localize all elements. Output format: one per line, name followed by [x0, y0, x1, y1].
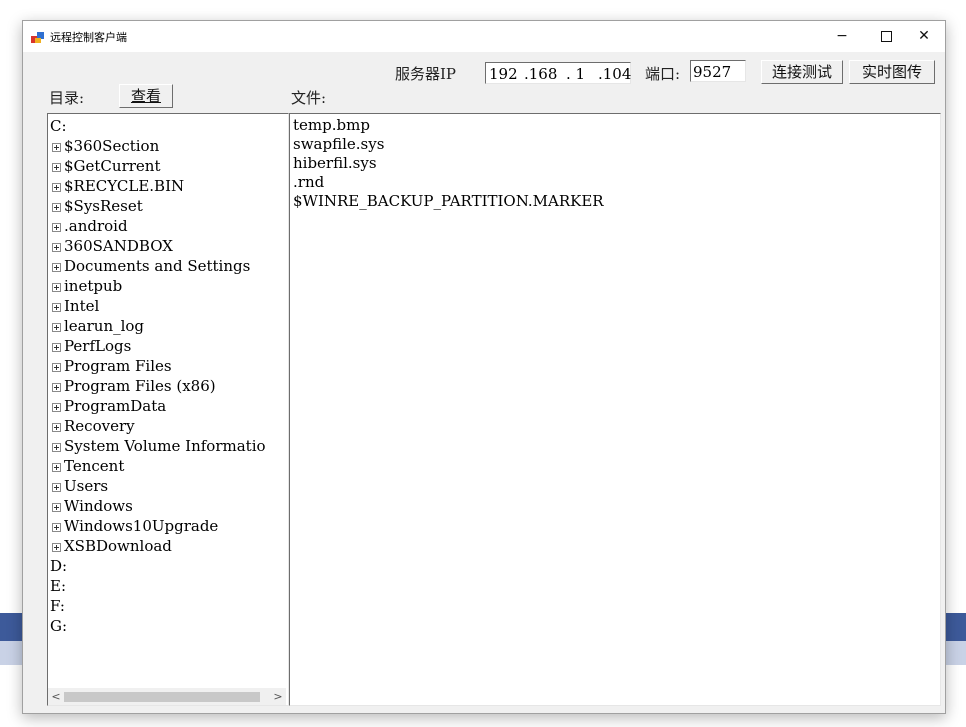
expand-icon[interactable] — [52, 162, 61, 172]
server-ip-label: 服务器IP — [395, 65, 457, 83]
expand-icon[interactable] — [52, 262, 61, 272]
expand-icon[interactable] — [52, 242, 61, 252]
expand-icon[interactable] — [52, 302, 61, 312]
tree-item[interactable]: Program Files (x86) — [52, 376, 216, 396]
tree-item-label: $SysReset — [64, 197, 143, 215]
tree-item[interactable]: Windows — [52, 496, 133, 516]
expand-icon[interactable] — [52, 222, 61, 232]
file-item[interactable]: hiberfil.sys — [293, 154, 377, 173]
file-item[interactable]: swapfile.sys — [293, 135, 384, 154]
file-item[interactable]: temp.bmp — [293, 116, 370, 135]
tree-item[interactable]: Program Files — [52, 356, 172, 376]
expand-icon[interactable] — [52, 342, 61, 352]
tree-item[interactable]: Recovery — [52, 416, 135, 436]
tree-item-label: Program Files (x86) — [64, 377, 216, 395]
tree-root-c[interactable]: C: — [50, 116, 67, 136]
scroll-left-icon[interactable]: < — [48, 688, 64, 705]
tree-item[interactable]: Tencent — [52, 456, 124, 476]
expand-icon[interactable] — [52, 462, 61, 472]
expand-icon[interactable] — [52, 282, 61, 292]
scroll-right-icon[interactable]: > — [270, 688, 286, 705]
tree-item-label: Documents and Settings — [64, 257, 251, 275]
expand-icon[interactable] — [52, 362, 61, 372]
tree-drive[interactable]: F: — [50, 596, 65, 616]
horizontal-scrollbar[interactable]: < > — [48, 688, 286, 705]
title-bar[interactable]: 远程控制客户端 − ✕ — [23, 21, 945, 52]
tree-item[interactable]: inetpub — [52, 276, 122, 296]
tree-item[interactable]: Windows10Upgrade — [52, 516, 218, 536]
ip-segment-2[interactable]: .168 — [524, 63, 557, 85]
expand-icon[interactable] — [52, 502, 61, 512]
directory-label: 目录: — [49, 89, 85, 107]
server-ip-field[interactable]: 192 .168 . 1 .104 — [485, 62, 631, 84]
tree-item-label: inetpub — [64, 277, 123, 295]
expand-icon[interactable] — [52, 542, 61, 552]
tree-item-label: Intel — [64, 297, 100, 315]
tree-item[interactable]: .android — [52, 216, 128, 236]
expand-icon[interactable] — [52, 142, 61, 152]
tree-drive[interactable]: E: — [50, 576, 66, 596]
expand-icon[interactable] — [52, 322, 61, 332]
app-window: 远程控制客户端 − ✕ 服务器IP 192 .168 . 1 .104 端口: … — [22, 20, 946, 714]
expand-icon[interactable] — [52, 482, 61, 492]
expand-icon[interactable] — [52, 182, 61, 192]
tree-item[interactable]: PerfLogs — [52, 336, 131, 356]
tree-item-label: $RECYCLE.BIN — [64, 177, 185, 195]
file-list[interactable]: temp.bmp swapfile.sys hiberfil.sys .rnd $WIN… — [289, 113, 941, 706]
tree-drive[interactable]: D: — [50, 556, 67, 576]
connect-test-button[interactable]: 连接测试 — [761, 60, 843, 84]
port-label: 端口: — [645, 65, 681, 83]
tree-item-label: Program Files — [64, 357, 172, 375]
ip-segment-3[interactable]: . 1 — [566, 63, 585, 85]
tree-item-label: .android — [64, 217, 128, 235]
tree-item[interactable]: XSBDownload — [52, 536, 172, 556]
tree-item[interactable]: $RECYCLE.BIN — [52, 176, 184, 196]
tree-item-label: Windows — [64, 497, 133, 515]
tree-item[interactable]: learun_log — [52, 316, 144, 336]
expand-icon[interactable] — [52, 382, 61, 392]
port-input[interactable]: 9527 — [690, 60, 746, 82]
close-button[interactable]: ✕ — [901, 21, 947, 52]
tree-item-label: 360SANDBOX — [64, 237, 173, 255]
expand-icon[interactable] — [52, 402, 61, 412]
directory-tree[interactable]: C: $360Section $GetCurrent $RECYCLE.BIN $Sy… — [47, 113, 289, 706]
expand-icon[interactable] — [52, 522, 61, 532]
window-title: 远程控制客户端 — [50, 31, 127, 44]
app-icon — [31, 32, 44, 43]
tree-item-label: $GetCurrent — [64, 157, 161, 175]
tree-item-label: Users — [64, 477, 109, 495]
tree-item-label: learun_log — [64, 317, 145, 335]
expand-icon[interactable] — [52, 422, 61, 432]
tree-item[interactable]: Intel — [52, 296, 99, 316]
tree-item-label: Recovery — [64, 417, 135, 435]
ip-segment-1[interactable]: 192 — [489, 63, 518, 85]
tree-item[interactable]: $360Section — [52, 136, 159, 156]
tree-drive[interactable]: G: — [50, 616, 67, 636]
scroll-thumb[interactable] — [64, 692, 260, 702]
tree-item[interactable]: 360SANDBOX — [52, 236, 173, 256]
ip-segment-4[interactable]: .104 — [598, 63, 631, 85]
tree-item[interactable]: $SysReset — [52, 196, 143, 216]
tree-item-label: System Volume Informatio — [64, 437, 266, 455]
tree-item-label: Tencent — [64, 457, 125, 475]
tree-item[interactable]: System Volume Informatio — [52, 436, 266, 456]
file-item[interactable]: $WINRE_BACKUP_PARTITION.MARKER — [293, 192, 604, 211]
tree-item-label: XSBDownload — [64, 537, 172, 555]
tree-item[interactable]: Users — [52, 476, 108, 496]
view-button[interactable]: 查看 — [119, 84, 173, 108]
tree-item[interactable]: Documents and Settings — [52, 256, 250, 276]
tree-item-label: PerfLogs — [64, 337, 132, 355]
expand-icon[interactable] — [52, 442, 61, 452]
tree-item[interactable]: ProgramData — [52, 396, 166, 416]
tree-item-label: $360Section — [64, 137, 160, 155]
maximize-icon — [880, 30, 892, 42]
minimize-button[interactable]: − — [819, 21, 865, 52]
tree-item-label: Windows10Upgrade — [64, 517, 219, 535]
file-item[interactable]: .rnd — [293, 173, 324, 192]
tree-item[interactable]: $GetCurrent — [52, 156, 160, 176]
files-label: 文件: — [291, 89, 327, 107]
expand-icon[interactable] — [52, 202, 61, 212]
tree-item-label: ProgramData — [64, 397, 167, 415]
realtime-transfer-button[interactable]: 实时图传 — [849, 60, 935, 84]
